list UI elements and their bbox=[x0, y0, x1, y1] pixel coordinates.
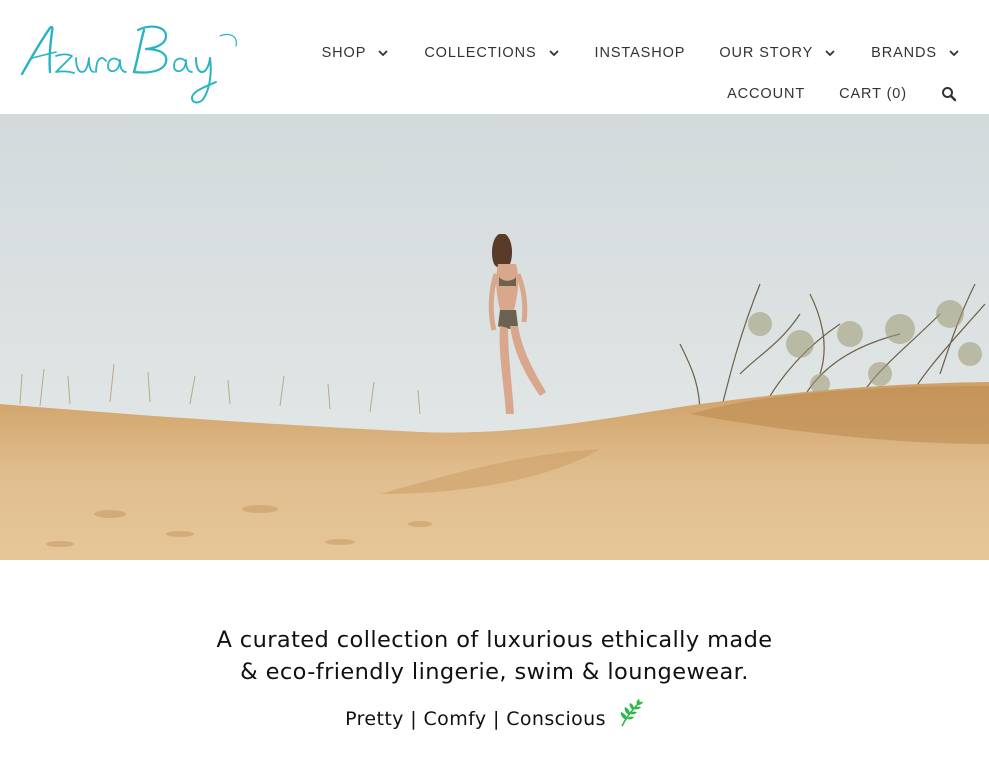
nav-brands[interactable]: BRANDS bbox=[871, 45, 961, 61]
logo-wordmark bbox=[20, 25, 237, 104]
search-icon[interactable] bbox=[941, 86, 957, 102]
nav-shop-label: SHOP bbox=[321, 45, 367, 61]
tagline: A curated collection of luxurious ethica… bbox=[0, 624, 989, 688]
hero-image bbox=[0, 114, 989, 560]
main-nav: SHOP COLLECTIONS INSTASHOP OUR STORY BRA… bbox=[288, 40, 961, 66]
nav-instashop[interactable]: INSTASHOP bbox=[595, 45, 686, 61]
account-link[interactable]: ACCOUNT bbox=[727, 86, 805, 102]
site-header: SHOP COLLECTIONS INSTASHOP OUR STORY BRA… bbox=[0, 0, 989, 114]
motto: Pretty | Comfy | Conscious bbox=[0, 699, 989, 730]
chevron-down-icon bbox=[547, 48, 561, 58]
chevron-down-icon bbox=[823, 48, 837, 58]
chevron-down-icon bbox=[947, 48, 961, 58]
nav-collections[interactable]: COLLECTIONS bbox=[424, 45, 560, 61]
tagline-line-2: & eco-friendly lingerie, swim & loungewe… bbox=[240, 659, 749, 685]
tagline-line-1: A curated collection of luxurious ethica… bbox=[216, 627, 773, 653]
nav-our-story[interactable]: OUR STORY bbox=[719, 45, 837, 61]
intro-section: A curated collection of luxurious ethica… bbox=[0, 560, 989, 765]
nav-shop[interactable]: SHOP bbox=[322, 45, 391, 61]
cart-link[interactable]: CART (0) bbox=[839, 86, 907, 102]
nav-instashop-label: INSTASHOP bbox=[594, 45, 686, 61]
utility-nav: ACCOUNT CART (0) bbox=[693, 82, 957, 106]
brand-logo[interactable] bbox=[16, 16, 244, 108]
motto-text: Pretty | Comfy | Conscious bbox=[345, 708, 606, 730]
hero-banner bbox=[0, 114, 989, 560]
nav-brands-label: BRANDS bbox=[871, 45, 937, 61]
nav-our-story-label: OUR STORY bbox=[719, 45, 814, 61]
leaf-icon bbox=[618, 698, 644, 728]
nav-collections-label: COLLECTIONS bbox=[424, 45, 537, 61]
chevron-down-icon bbox=[376, 48, 390, 58]
